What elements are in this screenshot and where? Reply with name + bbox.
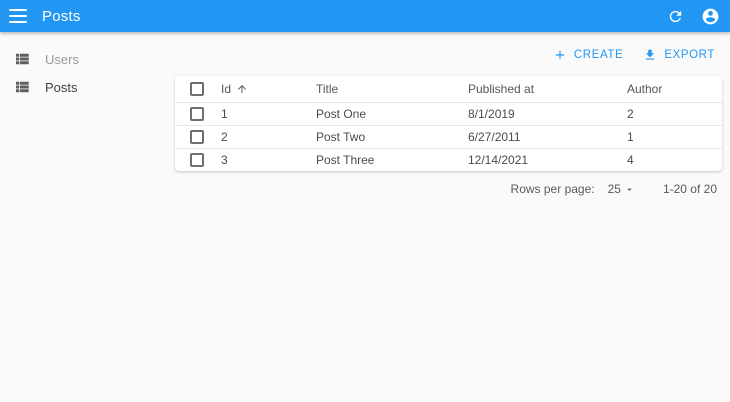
sidebar-item-users[interactable]: Users bbox=[0, 45, 175, 73]
sidebar-item-label: Posts bbox=[45, 79, 78, 95]
view-list-icon bbox=[13, 78, 31, 96]
table-row[interactable]: 3 Post Three 12/14/2021 4 bbox=[175, 148, 722, 171]
column-label: Author bbox=[627, 81, 663, 96]
plus-icon bbox=[553, 48, 567, 62]
refresh-icon bbox=[667, 8, 684, 25]
row-checkbox[interactable] bbox=[190, 129, 204, 144]
cell-published-at: 12/14/2021 bbox=[468, 152, 529, 167]
create-button-label: CREATE bbox=[573, 49, 624, 61]
column-header-author[interactable]: Author bbox=[627, 76, 722, 103]
column-header-id[interactable]: Id bbox=[221, 82, 248, 96]
caret-down-icon bbox=[624, 184, 635, 195]
column-header-published-at[interactable]: Published at bbox=[468, 76, 627, 103]
datagrid-card: Id Title Published at Author 1 Post One … bbox=[175, 76, 722, 171]
sidebar-item-posts[interactable]: Posts bbox=[0, 73, 175, 101]
column-label: Title bbox=[316, 81, 339, 96]
table-row[interactable]: 1 Post One 8/1/2019 2 bbox=[175, 102, 722, 126]
cell-id: 1 bbox=[221, 102, 316, 126]
hamburger-icon bbox=[9, 9, 27, 23]
sidebar: Users Posts bbox=[0, 32, 175, 402]
main-content: CREATE EXPORT Id Title Published at Auth… bbox=[175, 32, 730, 402]
download-icon bbox=[643, 48, 657, 62]
cell-published-at: 8/1/2019 bbox=[468, 102, 627, 126]
cell-title: Post One bbox=[316, 102, 468, 126]
export-button-label: EXPORT bbox=[664, 49, 715, 61]
table-header-row: Id Title Published at Author bbox=[175, 76, 722, 103]
cell-published-at: 6/27/2011 bbox=[468, 125, 627, 149]
posts-table: Id Title Published at Author 1 Post One … bbox=[175, 76, 722, 171]
app-bar: Posts bbox=[0, 0, 730, 32]
sidebar-item-label: Users bbox=[45, 51, 79, 67]
menu-button[interactable] bbox=[9, 9, 27, 23]
cell-id: 2 bbox=[221, 125, 316, 149]
rows-per-page-label: Rows per page: bbox=[510, 182, 595, 196]
create-button[interactable]: CREATE bbox=[549, 45, 627, 65]
row-checkbox[interactable] bbox=[190, 106, 204, 121]
table-row[interactable]: 2 Post Two 6/27/2011 1 bbox=[175, 125, 722, 149]
sort-ascending-icon bbox=[236, 83, 248, 95]
account-button[interactable] bbox=[701, 7, 720, 26]
column-label: Published at bbox=[468, 81, 535, 96]
view-list-icon bbox=[13, 50, 31, 68]
cell-title: Post Three bbox=[316, 152, 375, 167]
cell-author: 2 bbox=[627, 102, 722, 126]
column-label: Id bbox=[221, 81, 232, 96]
export-button[interactable]: EXPORT bbox=[639, 45, 719, 65]
rows-per-page-value: 25 bbox=[607, 182, 621, 196]
rows-per-page-select[interactable]: 25 bbox=[608, 182, 635, 196]
pagination-toolbar: Rows per page: 25 1-20 of 20 bbox=[175, 171, 722, 207]
page-title: Posts bbox=[42, 7, 81, 25]
pagination-range: 1-20 of 20 bbox=[662, 182, 717, 196]
cell-author: 4 bbox=[627, 152, 634, 167]
list-actions-toolbar: CREATE EXPORT bbox=[175, 44, 722, 66]
column-header-title[interactable]: Title bbox=[316, 76, 468, 103]
cell-title: Post Two bbox=[316, 125, 468, 149]
account-circle-icon bbox=[701, 7, 720, 26]
cell-author: 1 bbox=[627, 125, 722, 149]
select-all-checkbox[interactable] bbox=[190, 81, 204, 96]
row-checkbox[interactable] bbox=[190, 152, 204, 167]
cell-id: 3 bbox=[221, 152, 228, 167]
refresh-button[interactable] bbox=[667, 8, 684, 25]
